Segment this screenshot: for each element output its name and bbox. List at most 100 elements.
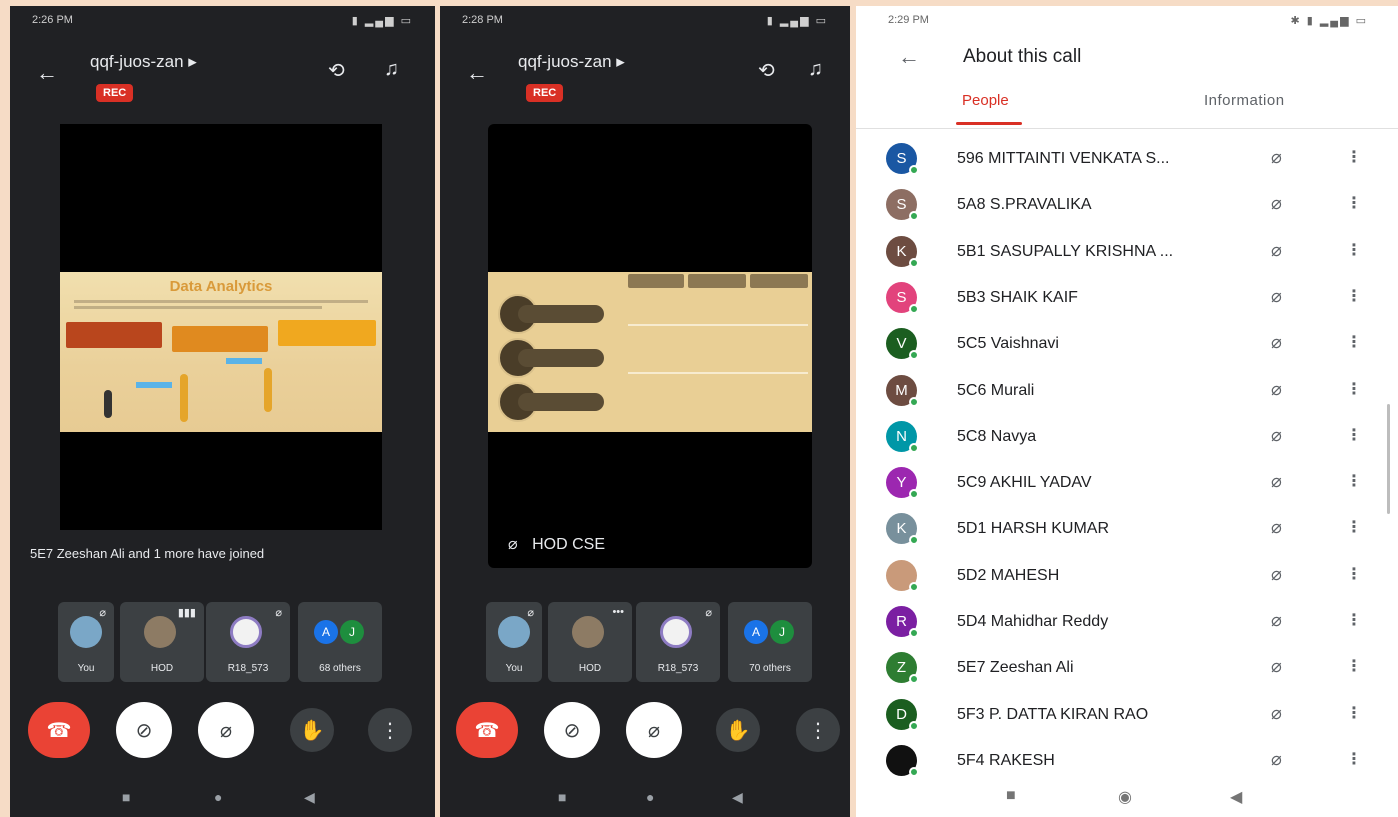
- participant-row[interactable]: 5F4 RAKESH ⌀ ⋮: [856, 737, 1398, 783]
- kebab-icon[interactable]: ⋮: [1346, 471, 1362, 491]
- tile-name: 68 others: [319, 663, 361, 674]
- kebab-icon: ⋮: [380, 719, 400, 742]
- home-icon[interactable]: ●: [646, 789, 654, 805]
- kebab-icon[interactable]: ⋮: [1346, 564, 1362, 584]
- participant-name: 5C8 Navya: [957, 427, 1037, 445]
- hand-icon: ✋: [725, 719, 751, 742]
- tile-you[interactable]: ⌀ You: [486, 602, 542, 682]
- tile-r18-573[interactable]: ⌀ R18_573: [206, 602, 290, 682]
- tile-you[interactable]: ⌀ You: [58, 602, 114, 682]
- status-bar: 2:26 PM ▮ ▂▄▆ ▭: [10, 6, 435, 34]
- tile-others[interactable]: A J 68 others: [298, 602, 382, 682]
- call-controls: ☎ ⊘ ⌀ ✋ ⋮: [440, 702, 850, 762]
- slide-label: [136, 382, 172, 388]
- status-icons: ▮ ▂▄▆ ▭: [766, 14, 828, 27]
- participant-row[interactable]: N 5C8 Navya ⌀ ⋮: [856, 413, 1398, 459]
- online-indicator-icon: [909, 396, 919, 407]
- camera-toggle-button[interactable]: ⊘: [116, 702, 172, 758]
- participant-row[interactable]: M 5C6 Murali ⌀ ⋮: [856, 367, 1398, 413]
- participant-row[interactable]: 5D2 MAHESH ⌀ ⋮: [856, 552, 1398, 598]
- meeting-code[interactable]: qqf-juos-zan ▸: [90, 52, 197, 72]
- status-bar: 2:28 PM ▮ ▂▄▆ ▭: [440, 6, 850, 34]
- tile-others[interactable]: A J 70 others: [728, 602, 812, 682]
- home-icon[interactable]: ●: [214, 789, 222, 805]
- mic-toggle-button[interactable]: ⌀: [198, 702, 254, 758]
- online-indicator-icon: [909, 211, 919, 222]
- mic-off-icon: ⌀: [527, 607, 534, 619]
- meeting-code[interactable]: qqf-juos-zan ▸: [518, 52, 625, 72]
- kebab-icon[interactable]: ⋮: [1346, 147, 1362, 167]
- kebab-icon[interactable]: ⋮: [1346, 749, 1362, 769]
- home-icon[interactable]: ◉: [1118, 787, 1132, 807]
- participant-row[interactable]: Y 5C9 AKHIL YADAV ⌀ ⋮: [856, 459, 1398, 505]
- back-arrow-icon[interactable]: ←: [36, 60, 58, 86]
- kebab-icon[interactable]: ⋮: [1346, 240, 1362, 260]
- kebab-icon[interactable]: ⋮: [1346, 286, 1362, 306]
- mic-toggle-button[interactable]: ⌀: [626, 702, 682, 758]
- presenter-label: ⌀ HOD CSE: [508, 534, 605, 554]
- kebab-icon[interactable]: ⋮: [1346, 193, 1362, 213]
- mic-off-icon: ⌀: [1271, 610, 1282, 630]
- more-options-button[interactable]: ⋮: [796, 708, 840, 752]
- camera-off-icon: ⊘: [563, 719, 581, 742]
- back-nav-icon[interactable]: ◀: [1230, 787, 1242, 807]
- back-arrow-icon[interactable]: ←: [466, 60, 488, 86]
- kebab-icon[interactable]: ⋮: [1346, 656, 1362, 676]
- raise-hand-button[interactable]: ✋: [716, 708, 760, 752]
- participant-row[interactable]: V 5C5 Vaishnavi ⌀ ⋮: [856, 320, 1398, 366]
- tab-people[interactable]: People: [962, 92, 1009, 109]
- scrollbar[interactable]: [1387, 404, 1390, 514]
- switch-camera-icon[interactable]: ⟲: [328, 58, 345, 83]
- participant-row[interactable]: D 5F3 P. DATTA KIRAN RAO ⌀ ⋮: [856, 691, 1398, 737]
- raise-hand-button[interactable]: ✋: [290, 708, 334, 752]
- meet-screen-1: 2:26 PM ▮ ▂▄▆ ▭ ← qqf-juos-zan ▸ REC ⟲ ♫…: [10, 6, 435, 817]
- kebab-icon[interactable]: ⋮: [1346, 425, 1362, 445]
- recents-icon[interactable]: ■: [122, 789, 130, 805]
- tab-information[interactable]: Information: [1204, 92, 1285, 109]
- headphones-icon[interactable]: ♫: [808, 58, 823, 81]
- tile-hod[interactable]: ▮▮▮ HOD: [120, 602, 204, 682]
- kebab-icon[interactable]: ⋮: [1346, 703, 1362, 723]
- recording-badge: REC: [96, 84, 134, 102]
- tile-r18-573[interactable]: ⌀ R18_573: [636, 602, 720, 682]
- tile-name: R18_573: [227, 663, 269, 674]
- tile-hod[interactable]: ••• HOD: [548, 602, 632, 682]
- participant-row[interactable]: R 5D4 Mahidhar Reddy ⌀ ⋮: [856, 598, 1398, 644]
- avatar: [144, 616, 176, 648]
- back-arrow-icon[interactable]: ←: [898, 44, 920, 70]
- camera-toggle-button[interactable]: ⊘: [544, 702, 600, 758]
- recents-icon[interactable]: ■: [1006, 787, 1016, 805]
- end-call-button[interactable]: ☎: [28, 702, 90, 758]
- slide-chip: [518, 349, 604, 367]
- kebab-icon[interactable]: ⋮: [1346, 379, 1362, 399]
- back-nav-icon[interactable]: ◀: [732, 789, 743, 806]
- kebab-icon[interactable]: ⋮: [1346, 517, 1362, 537]
- mic-off-icon: ⌀: [1271, 239, 1282, 260]
- status-icons: ▮ ▂▄▆ ▭: [351, 14, 413, 27]
- shared-slide: Data Analytics: [60, 272, 382, 432]
- participant-row[interactable]: K 5D1 HARSH KUMAR ⌀ ⋮: [856, 505, 1398, 551]
- online-indicator-icon: [909, 720, 919, 731]
- participant-row[interactable]: Z 5E7 Zeeshan Ali ⌀ ⋮: [856, 644, 1398, 690]
- recents-icon[interactable]: ■: [558, 789, 566, 805]
- slide-row-divider: [628, 324, 808, 326]
- participant-row[interactable]: K 5B1 SASUPALLY KRISHNA ... ⌀ ⋮: [856, 228, 1398, 274]
- participant-name: 5D1 HARSH KUMAR: [957, 520, 1110, 538]
- end-call-button[interactable]: ☎: [456, 702, 518, 758]
- switch-camera-icon[interactable]: ⟲: [758, 58, 775, 83]
- tile-name: 70 others: [749, 663, 791, 674]
- kebab-icon[interactable]: ⋮: [1346, 610, 1362, 630]
- more-options-button[interactable]: ⋮: [368, 708, 412, 752]
- system-nav-bar: ■ ● ◀: [10, 783, 435, 813]
- participant-row[interactable]: S 596 MITTAINTI VENKATA S... ⌀ ⋮: [856, 135, 1398, 181]
- kebab-icon[interactable]: ⋮: [1346, 332, 1362, 352]
- avatar: J: [340, 620, 364, 644]
- slide-figure: [264, 368, 272, 412]
- avatar: A: [314, 620, 338, 644]
- participant-row[interactable]: S 5B3 SHAIK KAIF ⌀ ⋮: [856, 274, 1398, 320]
- back-nav-icon[interactable]: ◀: [304, 789, 315, 806]
- participant-row[interactable]: S 5A8 S.PRAVALIKA ⌀ ⋮: [856, 181, 1398, 227]
- headphones-icon[interactable]: ♫: [384, 58, 399, 81]
- tile-name: HOD: [150, 663, 174, 674]
- slide-row-divider: [628, 372, 808, 374]
